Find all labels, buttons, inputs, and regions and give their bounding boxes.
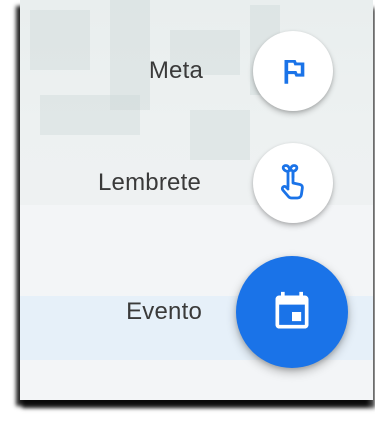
screenshot-frame: Meta Lembrete Evento [0,0,375,425]
app-screen: Meta Lembrete Evento [20,0,373,400]
speed-dial-action-meta[interactable]: Meta [149,31,333,111]
meta-label: Meta [148,57,203,84]
reminder-hand-icon [273,163,313,203]
evento-button[interactable] [236,256,348,368]
lembrete-label: Lembrete [98,169,201,196]
flag-icon [276,54,310,88]
meta-button[interactable] [253,31,333,111]
speed-dial-action-lembrete[interactable]: Lembrete [98,143,333,223]
lembrete-button[interactable] [253,143,333,223]
speed-dial-action-evento[interactable]: Evento [126,256,348,368]
evento-label: Evento [126,298,202,325]
calendar-event-icon [270,290,314,334]
